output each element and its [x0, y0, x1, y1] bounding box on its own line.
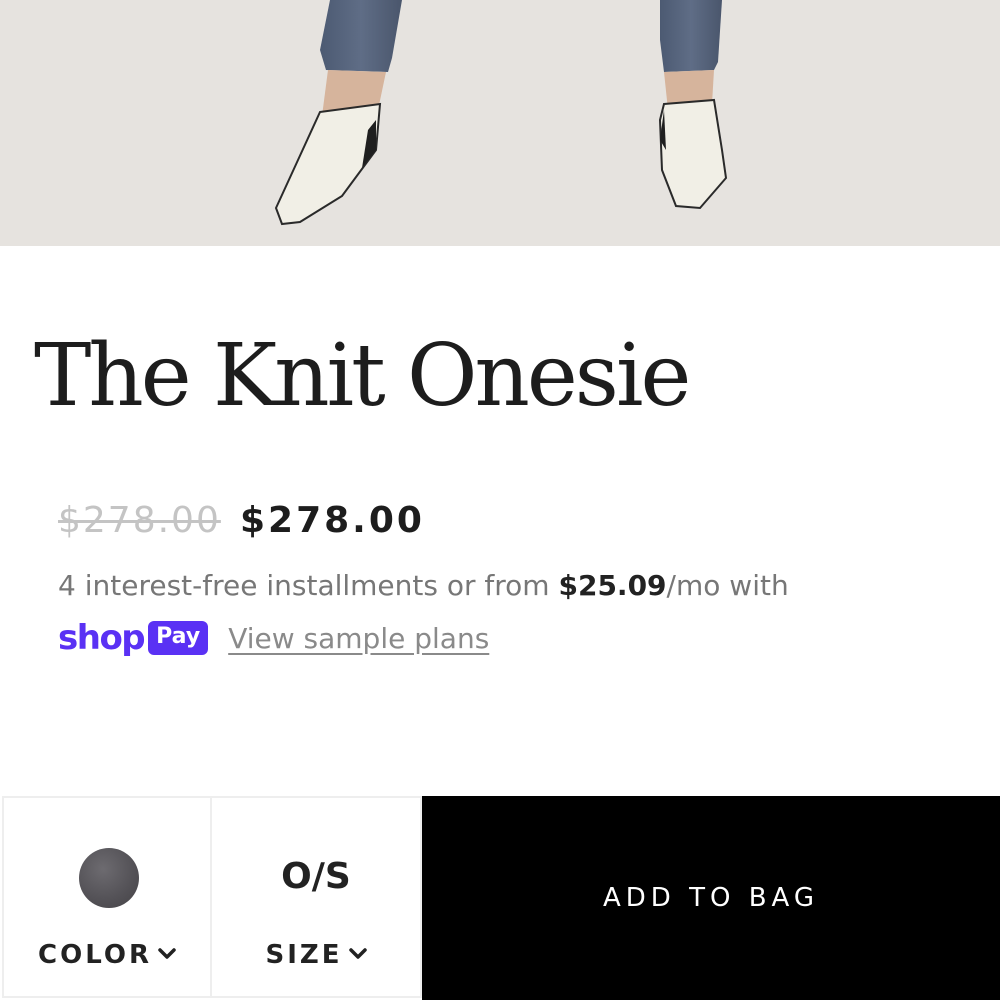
shop-pay-logo: shop [58, 618, 146, 658]
chevron-down-icon [158, 948, 176, 959]
color-selector[interactable]: COLOR [2, 796, 212, 998]
color-label-text: COLOR [38, 940, 152, 970]
product-image [0, 0, 1000, 246]
sale-price: $278.00 [239, 500, 425, 541]
view-sample-plans-link[interactable]: View sample plans [228, 622, 489, 655]
chevron-down-icon [348, 948, 367, 959]
installments-text: 4 interest-free installments or from $25… [58, 569, 789, 602]
installment-amount: $25.09 [558, 569, 667, 602]
add-to-bag-button[interactable]: ADD TO BAG [422, 796, 1000, 1000]
color-label: COLOR [4, 940, 210, 970]
color-swatch[interactable] [79, 848, 139, 908]
size-label: SIZE [212, 940, 420, 970]
size-value: O/S [281, 856, 351, 897]
shop-pay-row: shop Pay View sample plans [58, 617, 489, 659]
shop-pay-badge: Pay [148, 621, 209, 655]
size-label-text: SIZE [265, 940, 343, 970]
price-row: $278.00 $278.00 [58, 500, 425, 541]
installments-text-after: /mo with [666, 569, 789, 602]
size-selector[interactable]: O/S SIZE [212, 796, 422, 998]
action-bar: COLOR O/S SIZE ADD TO BAG [0, 796, 1000, 1000]
product-title: The Knit Onesie [34, 326, 691, 426]
original-price: $278.00 [58, 500, 221, 541]
installments-text-before: 4 interest-free installments or from [58, 569, 559, 602]
